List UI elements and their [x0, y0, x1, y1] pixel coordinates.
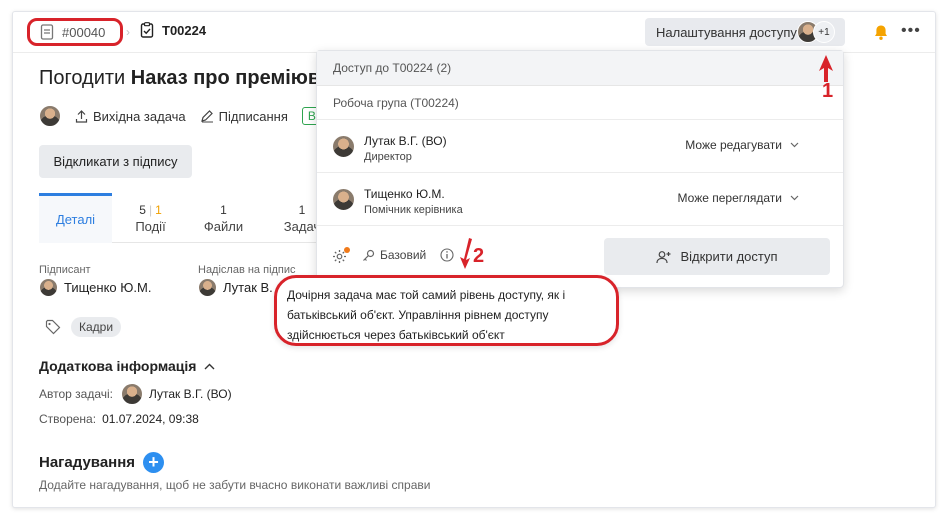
signer-value[interactable]: Тищенко Ю.М. [39, 278, 151, 297]
inheritance-tooltip: Дочірня задача має той самий рівень дост… [274, 275, 619, 346]
avatar [332, 188, 355, 211]
page-title: Погодити Наказ про преміюван [39, 67, 343, 90]
task-meta-row: Вихідна задача Підписання В р [39, 105, 326, 127]
avatar[interactable] [39, 105, 61, 127]
chevron-down-icon [790, 195, 799, 201]
permission-label: Може переглядати [677, 191, 782, 205]
additional-info-heading: Додаткова інформація [39, 358, 197, 374]
avatar [332, 135, 355, 158]
document-icon [40, 24, 54, 40]
access-avatars: +1 [797, 21, 835, 43]
chevron-up-icon [204, 363, 215, 370]
notification-dot [344, 247, 350, 253]
annotation-label-2: 2 [473, 245, 485, 267]
annotation-label-1: 1 [822, 80, 834, 102]
tab-count-new: 1 [155, 203, 162, 217]
tab-label: Події [135, 219, 166, 234]
breadcrumb-parent[interactable]: #00040 [27, 18, 123, 46]
signing-link[interactable]: Підписання [200, 109, 288, 124]
tab-events[interactable]: 5 | 1 Події [123, 193, 178, 243]
access-panel: Доступ до T00224 (2) Робоча група (T0022… [316, 50, 844, 288]
key-icon [362, 249, 375, 262]
sent-by-value[interactable]: Лутак В. [198, 278, 273, 297]
signer-label: Підписант [39, 264, 91, 276]
more-options-icon[interactable]: ••• [901, 22, 921, 40]
tab-label: Файли [203, 219, 244, 234]
access-settings-label: Налаштування доступу [656, 24, 797, 40]
chevron-right-icon: › [126, 25, 130, 39]
gear-icon[interactable] [332, 247, 350, 269]
extra-count-badge: +1 [813, 21, 835, 43]
sent-by-name: Лутак В. [223, 280, 273, 295]
avatar [39, 278, 58, 297]
avatar [198, 278, 217, 297]
tab-files[interactable]: 1 Файли [196, 193, 251, 243]
member-role: Помічник керівника [364, 204, 463, 216]
info-icon[interactable] [440, 248, 454, 267]
title-prefix: Погодити [39, 67, 126, 89]
author-label: Автор задачі: [39, 387, 113, 401]
add-reminder-button[interactable]: + [143, 452, 165, 473]
work-group-label: Робоча група (T00224) [317, 86, 843, 120]
created-label: Створена: [39, 412, 97, 426]
open-access-button[interactable]: Відкрити доступ [604, 238, 830, 275]
breadcrumb-current: T00224 [140, 22, 206, 38]
pen-icon [200, 109, 214, 123]
member-name: Лутак В.Г. (ВО) [364, 134, 447, 148]
permission-label: Може редагувати [685, 138, 782, 152]
access-settings-button[interactable]: Налаштування доступу +1 [645, 18, 845, 46]
member-row: Лутак В.Г. (ВО) Директор Може редагувати [317, 120, 843, 173]
open-access-label: Відкрити доступ [680, 249, 778, 264]
tag-icon[interactable] [45, 319, 61, 335]
author-name[interactable]: Лутак В.Г. (ВО) [149, 387, 232, 401]
top-bar: #00040 › T00224 Налаштування доступу +1 … [13, 12, 935, 53]
current-id: T00224 [162, 22, 207, 38]
upload-arrow-icon [75, 109, 88, 123]
reminders-subtitle: Додайте нагадування, щоб не забути вчасн… [39, 478, 431, 492]
recall-signature-button[interactable]: Відкликати з підпису [39, 145, 192, 178]
avatar[interactable] [121, 383, 143, 405]
chevron-down-icon [790, 142, 799, 148]
add-user-icon [656, 250, 672, 264]
source-task-link[interactable]: Вихідна задача [75, 109, 186, 124]
tab-count: 5 | 1 [139, 203, 162, 217]
source-task-label: Вихідна задача [93, 108, 186, 124]
parent-id: #00040 [62, 24, 106, 40]
permission-dropdown[interactable]: Може редагувати [685, 138, 799, 152]
author-row: Автор задачі: Лутак В.Г. (ВО) [39, 383, 232, 405]
created-row: Створена: 01.07.2024, 09:38 [39, 412, 199, 426]
access-level-label: Базовий [380, 248, 427, 262]
permission-dropdown[interactable]: Може переглядати [678, 191, 799, 205]
bell-icon[interactable] [873, 24, 889, 46]
tab-bar: Деталі 5 | 1 Події 1 Файли 1 Задач [39, 193, 339, 243]
sent-by-label: Надіслав на підпис [198, 264, 296, 276]
tags-row: Кадри [45, 317, 122, 337]
tab-count: 1 [220, 203, 227, 217]
access-level: Базовий [362, 248, 426, 262]
task-check-icon [140, 22, 154, 38]
tag-chip[interactable]: Кадри [71, 317, 122, 337]
member-name: Тищенко Ю.М. [364, 187, 445, 201]
reminders-heading: Нагадування [39, 454, 136, 471]
additional-info-toggle[interactable]: Додаткова інформація [39, 358, 215, 374]
member-role: Директор [364, 151, 412, 163]
tab-count-total: 5 [139, 203, 146, 217]
signing-label: Підписання [218, 108, 288, 124]
access-panel-title: Доступ до T00224 (2) [317, 51, 843, 86]
created-value: 01.07.2024, 09:38 [102, 412, 199, 426]
tab-details[interactable]: Деталі [39, 193, 112, 243]
reminders-header: Нагадування + [39, 452, 165, 473]
title-subject: Наказ про преміюван [130, 67, 344, 89]
member-row: Тищенко Ю.М. Помічник керівника Може пер… [317, 173, 843, 226]
tab-label: Деталі [55, 212, 96, 227]
signer-name: Тищенко Ю.М. [64, 280, 152, 295]
